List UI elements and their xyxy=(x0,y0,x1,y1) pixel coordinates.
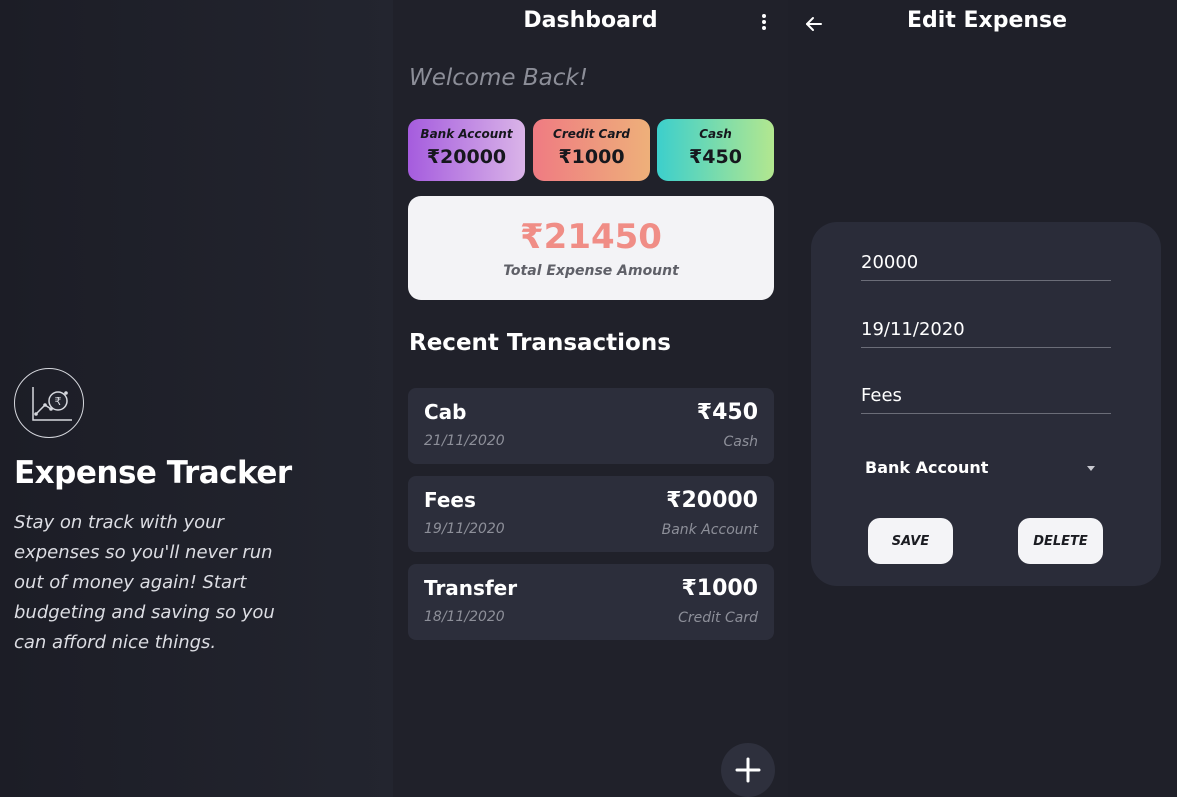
delete-button[interactable]: DELETE xyxy=(1018,518,1103,564)
page-title: Edit Expense xyxy=(907,8,1068,33)
back-button[interactable] xyxy=(804,14,824,38)
transaction-item[interactable]: Transfer 18/11/2020 ₹1000 Credit Card xyxy=(408,564,774,640)
transaction-account: Cash xyxy=(723,434,758,450)
date-field-wrapper xyxy=(861,313,1111,348)
transaction-item[interactable]: Fees 19/11/2020 ₹20000 Bank Account xyxy=(408,476,774,552)
transaction-date: 21/11/2020 xyxy=(424,433,505,449)
welcome-text: Welcome Back! xyxy=(409,65,588,91)
transaction-amount: ₹1000 xyxy=(681,576,758,601)
transaction-account: Bank Account xyxy=(661,522,758,538)
amount-field-wrapper xyxy=(861,246,1111,281)
account-card-cash[interactable]: Cash ₹450 xyxy=(657,119,774,181)
more-vertical-icon[interactable] xyxy=(759,14,769,34)
app-title: Expense Tracker xyxy=(14,455,292,491)
total-expense-amount: ₹21450 xyxy=(520,217,662,257)
save-button[interactable]: SAVE xyxy=(868,518,953,564)
account-amount: ₹450 xyxy=(689,146,742,168)
account-label: Bank Account xyxy=(420,127,513,141)
plus-icon xyxy=(735,757,761,783)
dashboard-panel: Dashboard Welcome Back! Bank Account ₹20… xyxy=(393,0,788,797)
transaction-name: Cab xyxy=(424,400,467,424)
amount-field[interactable] xyxy=(861,246,1111,278)
transaction-account: Credit Card xyxy=(678,610,758,626)
total-expense-label: Total Expense Amount xyxy=(503,263,679,279)
transaction-date: 18/11/2020 xyxy=(424,609,505,625)
description-field-wrapper xyxy=(861,379,1111,414)
transaction-date: 19/11/2020 xyxy=(424,521,505,537)
splash-panel: ₹ Expense Tracker Stay on track with you… xyxy=(0,0,393,797)
date-field[interactable] xyxy=(861,313,1111,345)
transaction-item[interactable]: Cab 21/11/2020 ₹450 Cash xyxy=(408,388,774,464)
transaction-name: Transfer xyxy=(424,576,518,600)
account-amount: ₹1000 xyxy=(558,146,625,168)
recent-transactions-heading: Recent Transactions xyxy=(409,330,671,356)
svg-text:₹: ₹ xyxy=(55,395,62,408)
edit-expense-panel: Edit Expense Bank Account SAVE DELETE xyxy=(788,0,1177,797)
add-expense-button[interactable] xyxy=(721,743,775,797)
account-select-value: Bank Account xyxy=(865,458,989,477)
account-card-credit[interactable]: Credit Card ₹1000 xyxy=(533,119,650,181)
transaction-name: Fees xyxy=(424,488,476,512)
edit-expense-form: Bank Account SAVE DELETE xyxy=(811,222,1161,586)
app-tagline: Stay on track with your expenses so you'… xyxy=(14,512,275,653)
description-field[interactable] xyxy=(861,379,1111,411)
transaction-amount: ₹450 xyxy=(696,400,758,425)
transaction-amount: ₹20000 xyxy=(666,488,758,513)
account-label: Cash xyxy=(699,127,732,141)
page-title: Dashboard xyxy=(523,8,658,33)
arrow-left-icon xyxy=(806,17,822,31)
caret-down-icon xyxy=(1087,466,1095,471)
account-card-bank[interactable]: Bank Account ₹20000 xyxy=(408,119,525,181)
total-expense-card: ₹21450 Total Expense Amount xyxy=(408,196,774,300)
account-label: Credit Card xyxy=(553,127,630,141)
account-select[interactable]: Bank Account xyxy=(861,454,1111,482)
chart-rupee-icon: ₹ xyxy=(14,368,84,438)
account-amount: ₹20000 xyxy=(426,146,507,168)
